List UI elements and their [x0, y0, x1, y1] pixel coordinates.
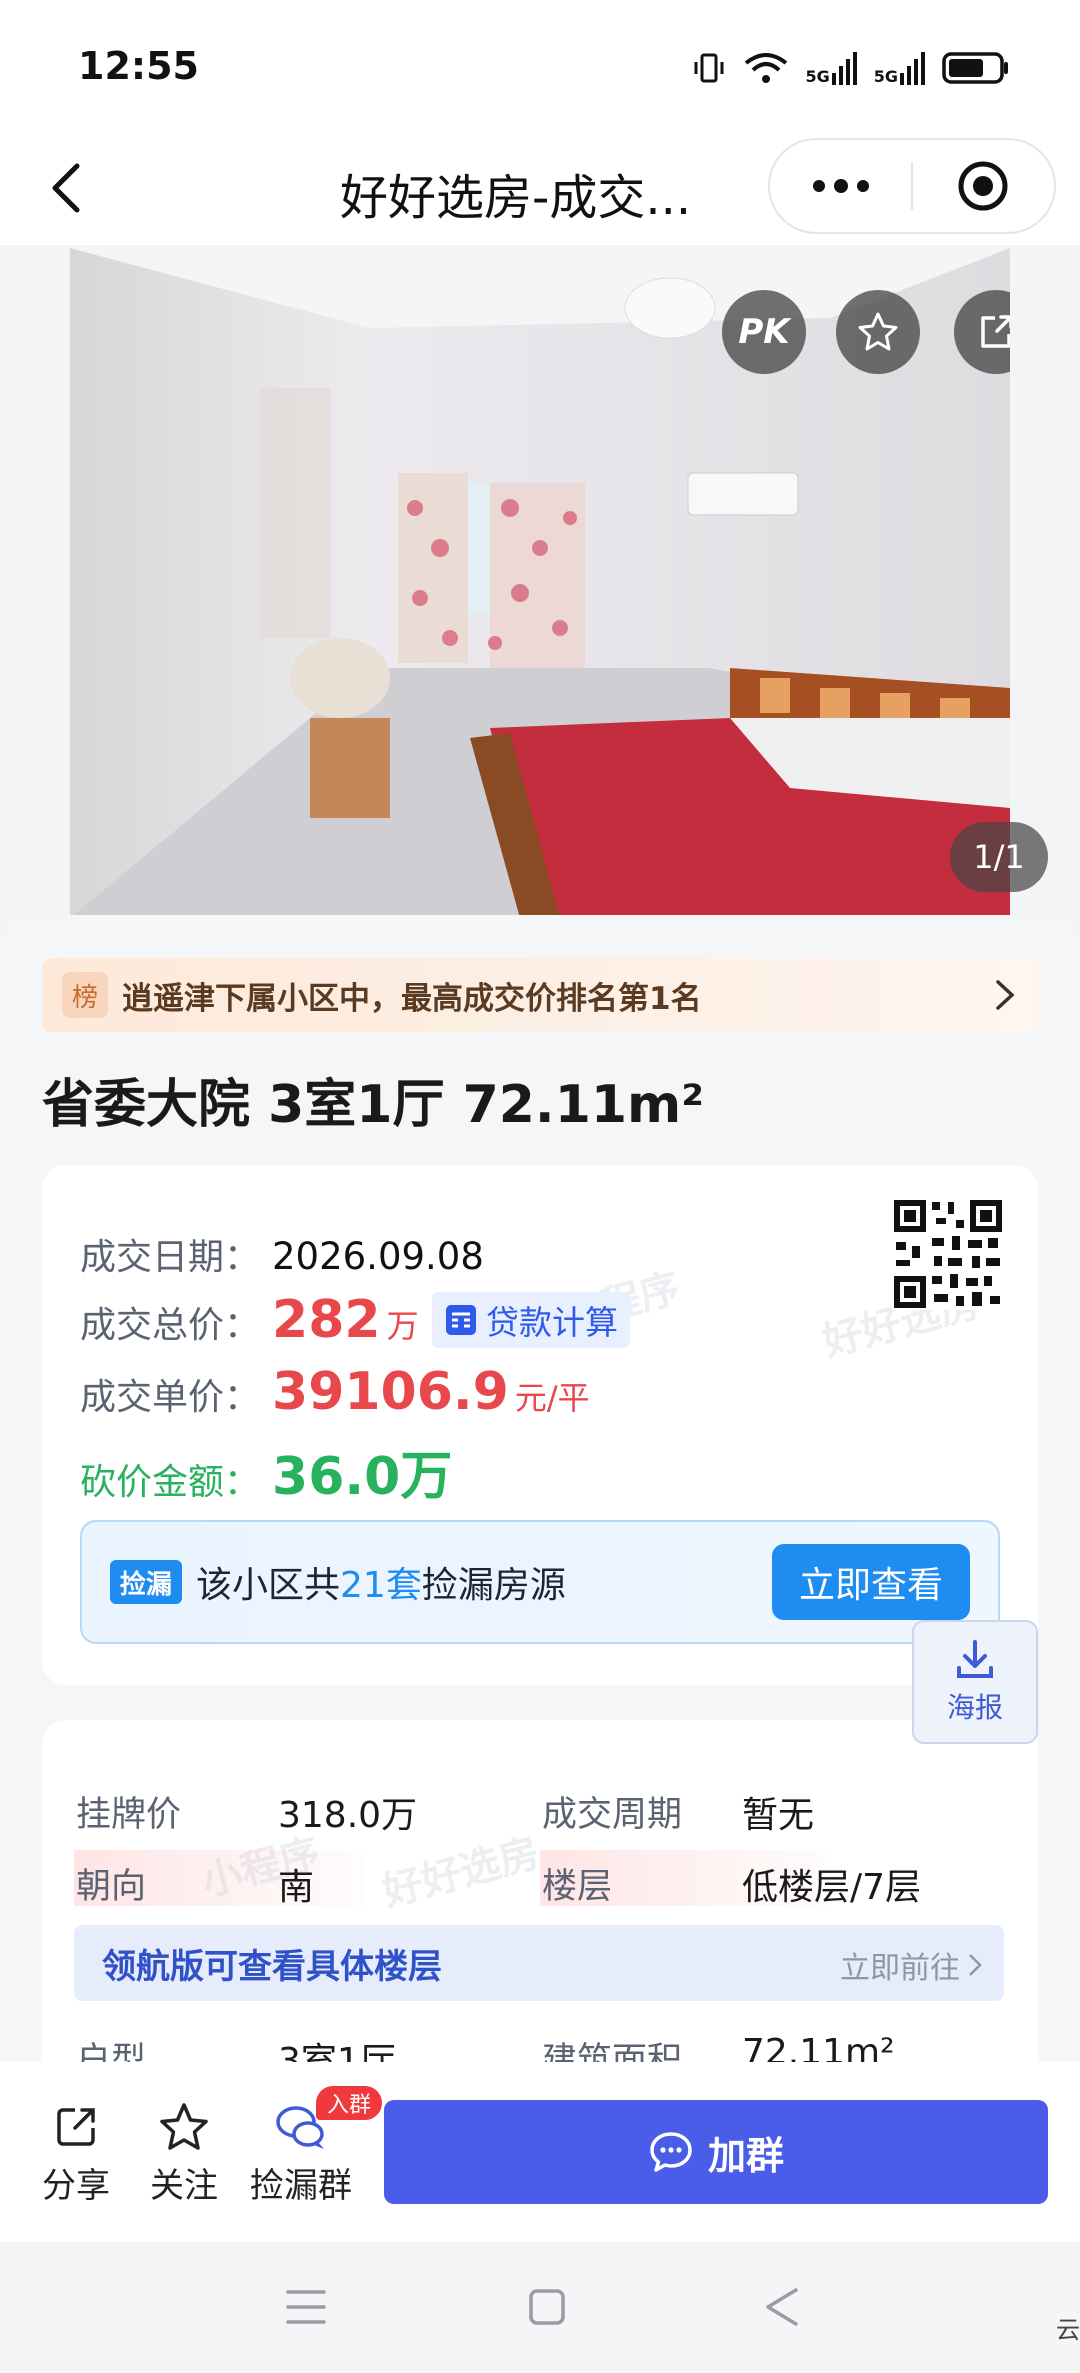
view-now-button[interactable]: 立即查看	[772, 1544, 970, 1620]
leak-tag: 捡漏	[110, 1560, 182, 1604]
more-button[interactable]	[770, 140, 911, 232]
favorite-button[interactable]	[836, 290, 920, 374]
detail-value: 低楼层/7层	[742, 1867, 922, 1908]
leak-count: 21套	[340, 1565, 422, 1606]
deal-cut: 36.0万	[272, 1447, 453, 1507]
detail-label: 楼层	[542, 1867, 613, 1907]
status-icons: 5G 5G	[691, 50, 1010, 86]
rank-tag: 榜	[62, 972, 108, 1018]
join-group-button[interactable]: 加群	[384, 2100, 1048, 2204]
system-navigation-bar	[0, 2242, 1080, 2373]
go-now-label: 立即前往	[840, 1951, 960, 1986]
download-icon	[957, 1640, 993, 1678]
detail-label: 朝向	[76, 1867, 147, 1907]
signal-label: 5G	[873, 67, 898, 86]
deal-unit-row: 成交单价： 39106.9 元/平	[80, 1362, 590, 1422]
battery-icon	[942, 52, 1008, 84]
deal-total-unit: 万	[386, 1307, 419, 1345]
leak-text: 该小区共21套捡漏房源	[196, 1556, 566, 1608]
page-title: 好好选房-成交...	[340, 170, 692, 226]
deal-cut-row: 砍价金额： 36.0万	[80, 1434, 452, 1509]
deal-cut-label: 砍价金额：	[80, 1462, 261, 1503]
deal-unit-label: 成交单价：	[80, 1377, 261, 1418]
wifi-icon	[745, 53, 788, 83]
status-bar: 12:55 5G 5G	[0, 0, 1080, 140]
pilot-upgrade-text: 领航版可查看具体楼层	[102, 1946, 442, 1987]
vibrate-icon	[694, 53, 724, 83]
signal-label: 5G	[805, 67, 830, 86]
leak-listings-banner[interactable]: 捡漏 该小区共21套捡漏房源 立即查看	[80, 1520, 1000, 1644]
back-triangle-icon[interactable]	[764, 2286, 800, 2328]
deal-total-row: 成交总价： 282 万	[80, 1290, 419, 1350]
star-icon	[160, 2103, 208, 2150]
photo-counter: 1/1	[950, 822, 1048, 892]
leak-group-label: 捡漏群	[250, 2166, 352, 2206]
deal-total: 282	[272, 1290, 381, 1350]
deal-unit-price-unit: 元/平	[514, 1379, 590, 1417]
share-icon	[57, 2108, 95, 2146]
nav-bar: 好好选房-成交...	[0, 130, 1080, 245]
house-title: 省委大院 3室1厅 72.11m²	[42, 1075, 705, 1135]
deal-date-row: 成交日期： 2026.09.08	[80, 1228, 484, 1280]
menu-icon[interactable]	[286, 2288, 326, 2326]
poster-button[interactable]: 海报	[912, 1620, 1038, 1744]
detail-value: 318.0万	[278, 1795, 418, 1836]
back-button[interactable]	[36, 158, 96, 218]
chevron-right-icon	[996, 980, 1015, 1010]
deal-date-label: 成交日期：	[80, 1237, 261, 1278]
follow-button[interactable]: 关注	[150, 2102, 218, 2207]
detail-value: 南	[278, 1867, 315, 1908]
chevron-right-icon	[969, 1954, 982, 1976]
join-group-badge: 入群	[316, 2086, 382, 2120]
deal-unit-price: 39106.9	[272, 1362, 509, 1422]
close-mini-program-button[interactable]	[913, 140, 1054, 232]
follow-label: 关注	[150, 2166, 218, 2206]
rank-banner[interactable]: 榜 逍遥津下属小区中，最高成交价排名第1名	[42, 958, 1038, 1032]
target-icon	[958, 161, 1008, 211]
detail-label: 挂牌价	[76, 1795, 182, 1835]
go-now-link[interactable]: 立即前往	[840, 1943, 982, 1987]
pk-button[interactable]: PK	[722, 290, 806, 374]
house-photo[interactable]: PK	[70, 248, 1010, 918]
status-time: 12:55	[78, 44, 199, 88]
share-button[interactable]: 分享	[42, 2102, 110, 2207]
leak-suffix: 捡漏房源	[421, 1565, 566, 1606]
rank-text: 逍遥津下属小区中，最高成交价排名第1名	[122, 980, 702, 1017]
share-out-icon	[981, 315, 1010, 348]
share-label: 分享	[42, 2166, 110, 2206]
back-arrow-icon	[52, 163, 80, 213]
detail-value: 暂无	[742, 1795, 815, 1836]
deal-date: 2026.09.08	[272, 1235, 484, 1278]
pilot-upgrade-bar[interactable]: 领航版可查看具体楼层 立即前往	[74, 1925, 1004, 2001]
cut-off-text: 云	[1056, 2316, 1080, 2344]
chat-icon	[650, 2132, 692, 2172]
leak-prefix: 该小区共	[196, 1565, 341, 1606]
loan-calculator-button[interactable]: 贷款计算	[432, 1292, 630, 1348]
star-icon	[858, 312, 898, 351]
loan-calculator-label: 贷款计算	[486, 1303, 618, 1342]
signal-icon: 5G	[805, 51, 857, 85]
home-icon[interactable]	[528, 2288, 566, 2326]
detail-label: 成交周期	[542, 1795, 683, 1835]
qr-code-icon[interactable]	[892, 1198, 1004, 1310]
more-dots-icon	[812, 179, 869, 193]
mini-program-capsule	[768, 138, 1056, 234]
signal-icon: 5G	[874, 51, 926, 85]
calculator-icon	[446, 1305, 476, 1335]
join-group-label: 加群	[707, 2133, 784, 2178]
poster-label: 海报	[946, 1691, 1003, 1724]
deal-total-label: 成交总价：	[80, 1305, 261, 1346]
